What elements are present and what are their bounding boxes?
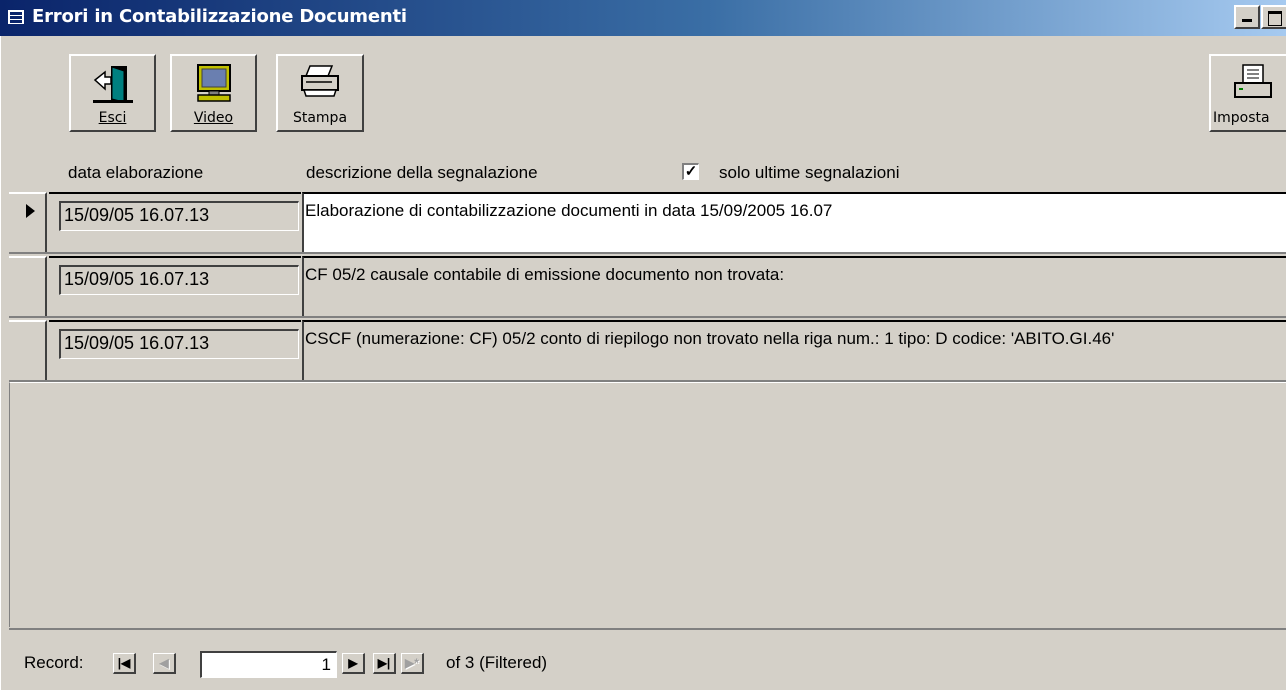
table-row[interactable]: 15/09/05 16.07.13 CSCF (numerazione: CF)… — [9, 320, 1286, 382]
record-selector[interactable] — [9, 256, 47, 318]
first-record-button[interactable]: |◀ — [113, 653, 136, 674]
last-record-icon: ▶| — [377, 656, 391, 670]
minimize-button[interactable] — [1234, 5, 1260, 29]
record-selector[interactable] — [9, 192, 47, 254]
imposta-button[interactable]: Imposta — [1209, 54, 1286, 132]
imposta-label: Imposta — [1213, 110, 1270, 126]
record-label: Record: — [24, 653, 84, 672]
previous-record-icon: ◀ — [159, 656, 169, 670]
next-record-icon: ▶ — [348, 656, 358, 670]
esci-label: Esci — [98, 110, 127, 126]
form-icon — [7, 9, 25, 25]
date-field[interactable]: 15/09/05 16.07.13 — [59, 201, 299, 231]
record-selector[interactable] — [9, 320, 47, 382]
record-number-input[interactable]: 1 — [200, 651, 337, 678]
date-cell: 15/09/05 16.07.13 — [49, 192, 301, 254]
printer-setup-icon — [1231, 62, 1275, 111]
current-record-arrow-icon — [26, 204, 35, 218]
description-field[interactable]: Elaborazione di contabilizzazione docume… — [302, 192, 1286, 254]
row-divider — [9, 252, 1286, 254]
record-navigation-bar: Record: |◀ ◀ 1 ▶ ▶| ▶* of 3 (Filtered) — [9, 628, 1286, 690]
maximize-button[interactable] — [1261, 5, 1286, 29]
date-field[interactable]: 15/09/05 16.07.13 — [59, 265, 299, 295]
stampa-button[interactable]: Stampa — [276, 54, 364, 132]
date-cell: 15/09/05 16.07.13 — [49, 320, 301, 382]
header-data-elaborazione: data elaborazione — [68, 163, 204, 182]
header-descrizione: descrizione della segnalazione — [306, 163, 538, 182]
table-row[interactable]: 15/09/05 16.07.13 Elaborazione di contab… — [9, 192, 1286, 254]
video-button[interactable]: Video — [170, 54, 257, 132]
filter-checkbox[interactable]: ✓ — [682, 163, 699, 180]
title-bar: Errori in Contabilizzazione Documenti — [0, 0, 1286, 36]
date-field[interactable]: 15/09/05 16.07.13 — [59, 329, 299, 359]
description-field[interactable]: CSCF (numerazione: CF) 05/2 conto di rie… — [302, 320, 1286, 382]
record-count: of 3 (Filtered) — [446, 653, 548, 672]
date-cell: 15/09/05 16.07.13 — [49, 256, 301, 318]
previous-record-button[interactable]: ◀ — [153, 653, 176, 674]
row-divider — [9, 316, 1286, 318]
new-record-icon: ▶* — [405, 656, 419, 670]
empty-grid-area — [9, 382, 1286, 627]
monitor-icon — [192, 62, 236, 111]
new-record-button[interactable]: ▶* — [401, 653, 424, 674]
esci-button[interactable]: Esci — [69, 54, 156, 132]
printer-icon — [298, 62, 342, 111]
first-record-icon: |◀ — [117, 656, 131, 670]
window-title: Errori in Contabilizzazione Documenti — [32, 6, 407, 27]
records-grid: 15/09/05 16.07.13 Elaborazione di contab… — [9, 192, 1286, 382]
video-label: Video — [193, 110, 234, 126]
next-record-button[interactable]: ▶ — [342, 653, 365, 674]
last-record-button[interactable]: ▶| — [373, 653, 396, 674]
table-row[interactable]: 15/09/05 16.07.13 CF 05/2 causale contab… — [9, 256, 1286, 318]
exit-door-icon — [91, 62, 135, 111]
filter-checkbox-label: solo ultime segnalazioni — [719, 163, 900, 182]
stampa-label: Stampa — [292, 110, 348, 126]
description-field[interactable]: CF 05/2 causale contabile di emissione d… — [302, 256, 1286, 318]
